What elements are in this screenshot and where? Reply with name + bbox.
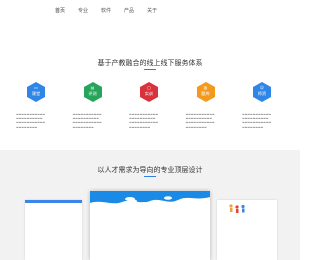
service-card-label: 实训 [144, 91, 154, 96]
nav-item-home[interactable]: 首页 [55, 7, 65, 15]
service-card-faculty[interactable]: ☺ 师资 ▬▬▬▬▬▬▬▬▬▬▬ ▬▬▬▬▬▬▬▬▬▬ ▬▬▬▬▬▬▬▬▬▬▬ … [238, 76, 288, 142]
nav-item-software[interactable]: 软件 [101, 7, 111, 15]
cloud-illustration [90, 191, 210, 204]
chart-icon: ▤ 评测 [83, 82, 102, 102]
nav-item-about[interactable]: 关于 [147, 7, 157, 15]
section-title-underline [144, 69, 156, 70]
top-navigation: 首页 专业 软件 产品 关于 [0, 0, 300, 22]
service-card-description: ▬▬▬▬▬▬▬▬▬▬▬ ▬▬▬▬▬▬▬▬▬▬ ▬▬▬▬▬▬▬▬▬▬▬ ▬▬▬▬▬… [72, 112, 102, 129]
service-card-question-bank[interactable]: ▥ 题库 ▬▬▬▬▬▬▬▬▬▬▬ ▬▬▬▬▬▬▬▬▬▬ ▬▬▬▬▬▬▬▬▬▬▬ … [182, 76, 232, 142]
service-card-label: 课堂 [31, 91, 41, 96]
service-card-description: ▬▬▬▬▬▬▬▬▬▬▬ ▬▬▬▬▬▬▬▬▬▬ ▬▬▬▬▬▬▬▬▬▬▬ ▬▬▬▬▬… [129, 112, 159, 129]
service-cards: ▭ 课堂 ▬▬▬▬▬▬▬▬▬▬▬ ▬▬▬▬▬▬▬▬▬▬ ▬▬▬▬▬▬▬▬▬▬▬ … [12, 76, 288, 144]
nav-item-major[interactable]: 专业 [78, 7, 88, 15]
section-title-underline [144, 176, 156, 177]
panel-accent-bar [25, 200, 82, 203]
service-card-label: 师资 [257, 91, 267, 96]
service-card-label: 题库 [201, 91, 210, 96]
service-card-description: ▬▬▬▬▬▬▬▬▬▬▬ ▬▬▬▬▬▬▬▬▬▬ ▬▬▬▬▬▬▬▬▬▬▬ ▬▬▬▬▬… [16, 112, 46, 129]
design-panel-center[interactable] [90, 191, 210, 260]
service-card-description: ▬▬▬▬▬▬▬▬▬▬▬ ▬▬▬▬▬▬▬▬▬▬ ▬▬▬▬▬▬▬▬▬▬▬ ▬▬▬▬▬… [242, 112, 272, 129]
monitor-icon: ▢ 实训 [140, 82, 158, 102]
service-card-training[interactable]: ▢ 实训 ▬▬▬▬▬▬▬▬▬▬▬ ▬▬▬▬▬▬▬▬▬▬ ▬▬▬▬▬▬▬▬▬▬▬ … [125, 76, 175, 142]
teacher-icon: ☺ 师资 [253, 82, 271, 102]
chalkboard-icon: ▭ 课堂 [27, 82, 45, 102]
service-card-description: ▬▬▬▬▬▬▬▬▬▬▬ ▬▬▬▬▬▬▬▬▬▬ ▬▬▬▬▬▬▬▬▬▬▬ ▬▬▬▬▬… [185, 112, 215, 129]
nav-menu: 首页 专业 软件 产品 关于 [55, 7, 170, 15]
section-title-design: 以人才需求为导向的专业顶层设计 [97, 166, 203, 174]
design-panel-left[interactable] [25, 200, 82, 260]
database-icon: ▥ 题库 [196, 82, 215, 102]
service-card-classroom[interactable]: ▭ 课堂 ▬▬▬▬▬▬▬▬▬▬▬ ▬▬▬▬▬▬▬▬▬▬ ▬▬▬▬▬▬▬▬▬▬▬ … [12, 76, 62, 142]
design-panel-right[interactable] [217, 200, 277, 260]
section-title-service-system: 基于产教融合的线上线下服务体系 [97, 59, 203, 67]
people-illustration [229, 204, 245, 213]
nav-item-products[interactable]: 产品 [124, 7, 134, 15]
service-card-label: 评测 [88, 91, 97, 96]
service-card-assessment[interactable]: ▤ 评测 ▬▬▬▬▬▬▬▬▬▬▬ ▬▬▬▬▬▬▬▬▬▬ ▬▬▬▬▬▬▬▬▬▬▬ … [69, 76, 119, 142]
